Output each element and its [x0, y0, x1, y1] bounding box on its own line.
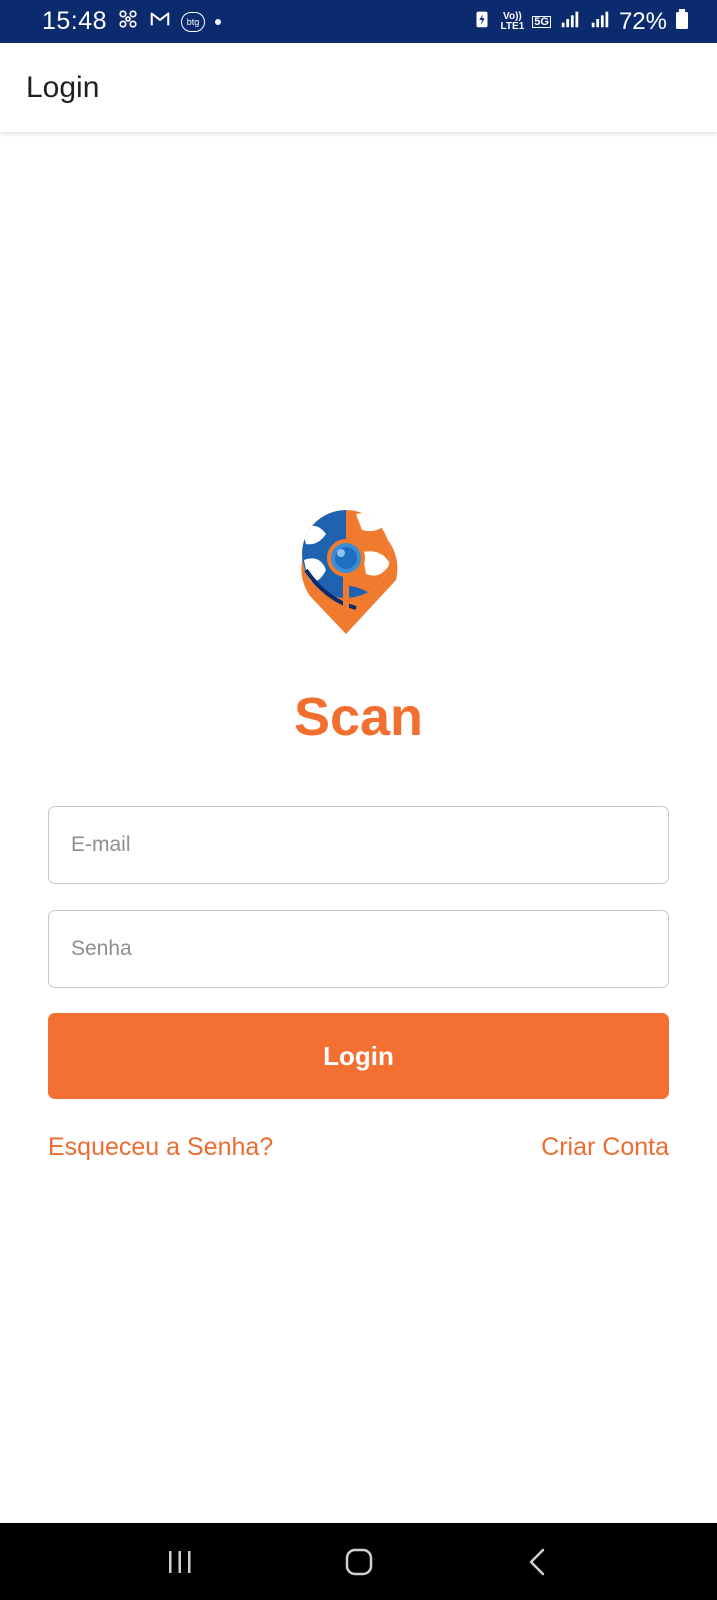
app-bar: Login — [0, 43, 717, 132]
battery-percentage: 72% — [618, 7, 667, 35]
login-button[interactable]: Login — [48, 1013, 669, 1099]
brand-title: Scan — [293, 687, 424, 747]
page-title: Login — [26, 70, 100, 104]
status-right: Vo)) LTE1 5G 72% — [471, 8, 689, 36]
btg-icon: btg — [181, 11, 206, 32]
signal-icon — [589, 8, 611, 35]
back-icon[interactable] — [508, 1532, 568, 1592]
globe-pin-search-icon — [296, 500, 408, 636]
password-field[interactable] — [48, 910, 669, 988]
signal-icon — [559, 8, 581, 35]
status-time: 15:48 — [42, 7, 108, 35]
status-left: 15:48 btg — [42, 7, 222, 36]
gmail-icon — [149, 8, 171, 35]
5g-icon: 5G — [532, 15, 551, 28]
notification-dot-icon — [215, 18, 222, 25]
status-bar: 15:48 btg Vo)) LTE1 5G 72% — [0, 0, 717, 43]
home-icon[interactable] — [329, 1532, 389, 1592]
create-account-link[interactable]: Criar Conta — [541, 1133, 669, 1162]
fan-icon — [117, 8, 139, 35]
email-field[interactable] — [48, 806, 669, 884]
forgot-password-link[interactable]: Esqueceu a Senha? — [48, 1133, 273, 1162]
volte-top-label: Vo)) — [503, 10, 522, 22]
battery-saver-icon — [471, 8, 493, 35]
battery-icon — [675, 8, 689, 35]
navigation-bar — [0, 1523, 717, 1600]
recent-apps-icon[interactable] — [150, 1532, 210, 1592]
volte-icon: Vo)) LTE1 — [500, 10, 525, 32]
volte-bottom-label: LTE1 — [500, 20, 525, 32]
